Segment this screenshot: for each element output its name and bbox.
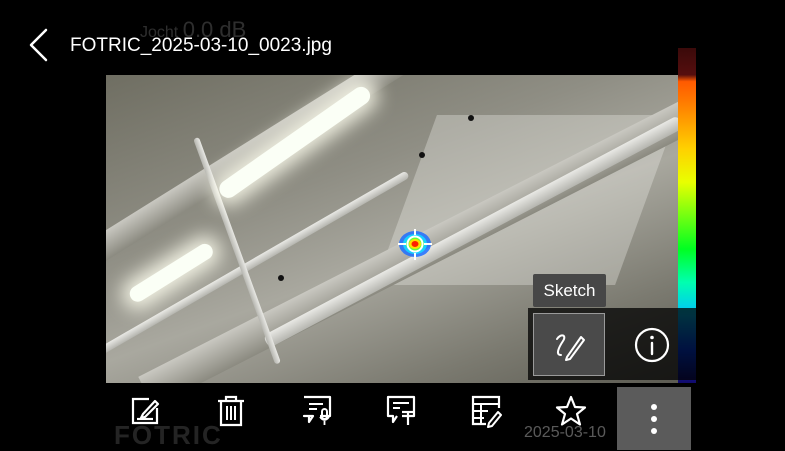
hotspot-crosshair-icon[interactable]: [392, 225, 438, 263]
sketch-button[interactable]: [533, 313, 605, 376]
edit-button[interactable]: [125, 388, 165, 434]
delete-button[interactable]: [211, 388, 251, 434]
favorite-button[interactable]: [551, 388, 591, 434]
edit-icon: [131, 397, 160, 425]
ceiling-fixture: [468, 115, 474, 121]
trash-icon: [218, 395, 244, 427]
info-icon[interactable]: [633, 326, 671, 364]
chevron-left-icon[interactable]: [28, 28, 50, 62]
voice-note-button[interactable]: [297, 388, 337, 434]
more-options-button[interactable]: [617, 387, 691, 450]
report-edit-button[interactable]: [466, 388, 506, 434]
ceiling-fixture: [419, 152, 425, 158]
sketch-pen-icon: [556, 333, 585, 361]
text-note-button[interactable]: [381, 388, 421, 434]
file-name-title: FOTRIC_2025-03-10_0023.jpg: [70, 35, 332, 56]
thermal-image-viewer: Jocht 0.0 dB FOTRIC_2025-03-10_0023.jpg …: [0, 0, 785, 450]
ceiling-light: [215, 83, 374, 202]
sketch-tooltip: Sketch: [533, 274, 606, 307]
more-vertical-icon: [651, 403, 657, 434]
text-note-icon: [386, 395, 416, 425]
ceiling-fixture: [278, 275, 284, 281]
voice-note-icon: [302, 395, 332, 425]
report-edit-icon: [471, 395, 502, 428]
star-icon: [555, 395, 587, 426]
